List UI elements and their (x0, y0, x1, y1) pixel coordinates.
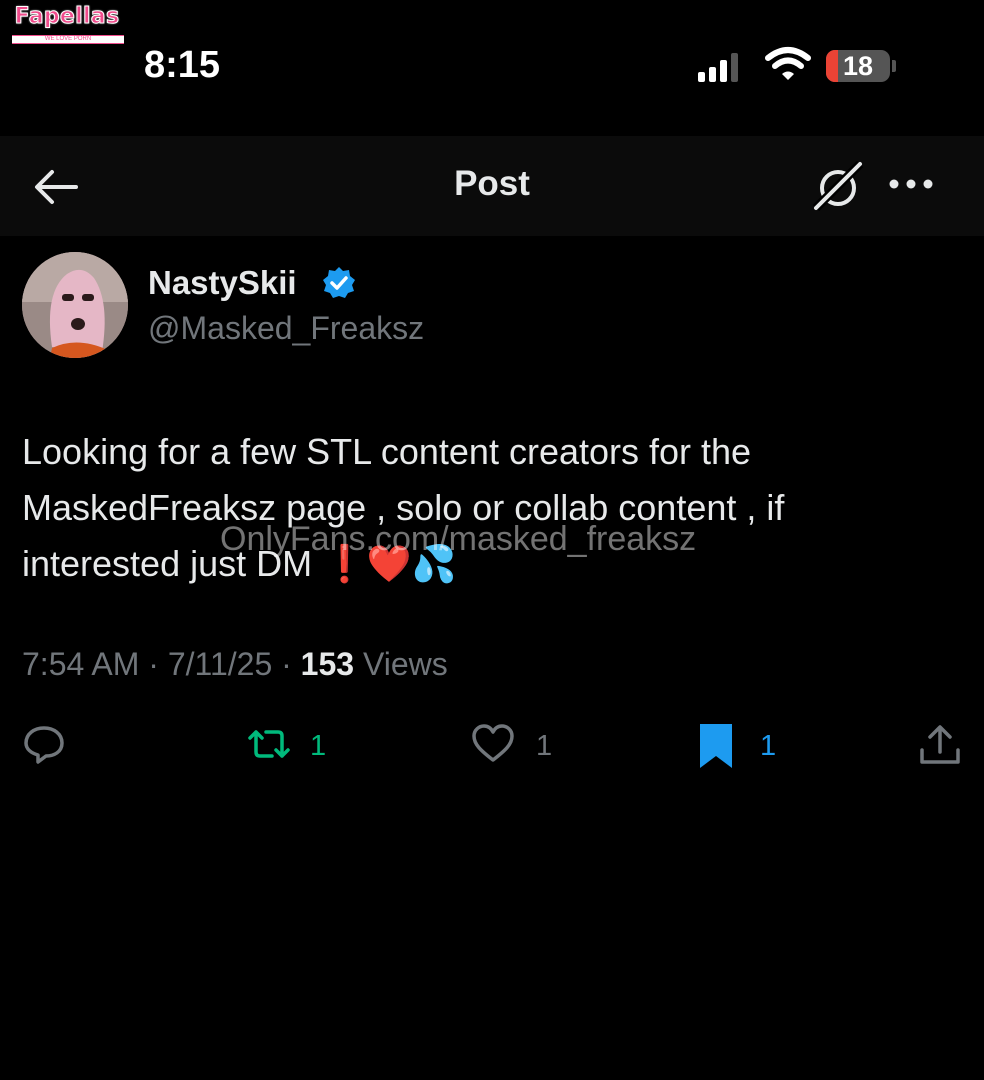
author-display-name[interactable]: NastySkii (148, 264, 297, 302)
bookmark-count: 1 (760, 730, 777, 762)
like-button[interactable]: 1 (470, 722, 570, 772)
bookmark-button[interactable]: 1 (698, 722, 798, 772)
watermark-logo: Fapellas WE LOVE PORN (6, 4, 128, 46)
verified-badge-icon (323, 267, 355, 298)
meta-separator: · (281, 646, 292, 682)
wifi-icon (765, 47, 811, 80)
avatar[interactable] (22, 252, 128, 358)
post-text: Looking for a few STL content creators f… (22, 431, 785, 584)
views-count: 153 (300, 646, 355, 682)
watermark-brand: Fapellas (14, 4, 120, 30)
watermark-tagline: WE LOVE PORN (12, 35, 124, 44)
author-handle[interactable]: @Masked_Freaksz (148, 310, 424, 347)
share-icon (920, 725, 960, 764)
bookmark-icon (700, 724, 732, 768)
repost-button[interactable]: 1 (244, 722, 344, 772)
like-count: 1 (536, 730, 553, 762)
post-time: 7:54 AM (22, 646, 140, 682)
meta-separator: · (148, 646, 159, 682)
reply-icon (24, 726, 64, 764)
grok-icon[interactable] (812, 160, 864, 212)
status-time: 8:15 (144, 44, 221, 86)
post-header: Post (0, 136, 984, 236)
repost-count: 1 (310, 730, 327, 762)
battery-nub (892, 60, 896, 72)
watermark-overlay: OnlyFans.com/masked_freaksz (220, 520, 697, 558)
share-button[interactable] (918, 722, 962, 772)
views-label: Views (362, 646, 448, 682)
battery-icon: 18 (826, 50, 890, 82)
more-icon[interactable] (888, 176, 934, 192)
repost-icon (248, 730, 290, 758)
cellular-signal-icon (698, 52, 742, 82)
post-date: 7/11/25 (167, 646, 273, 682)
reply-button[interactable] (22, 722, 70, 772)
battery-percent: 18 (842, 51, 874, 81)
heart-icon (472, 724, 514, 762)
post-meta: 7:54 AM · 7/11/25 · 153 Views (22, 646, 448, 683)
